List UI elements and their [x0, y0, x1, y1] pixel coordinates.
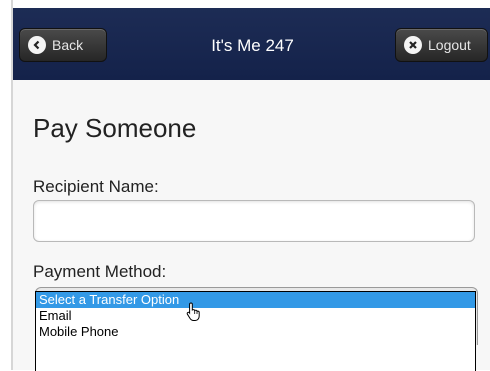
app-frame: Back It's Me 247 Logout Pay Someone Reci…	[11, 0, 490, 371]
logout-button-label: Logout	[428, 37, 471, 53]
payment-method-label: Payment Method:	[33, 262, 167, 281]
option-email[interactable]: Email	[36, 308, 475, 324]
payment-method-dropdown[interactable]: Select a Transfer Option Email Mobile Ph…	[35, 291, 476, 371]
page-title: Pay Someone	[33, 113, 197, 143]
close-icon	[404, 36, 422, 54]
option-mobile-phone[interactable]: Mobile Phone	[36, 324, 475, 340]
hand-pointer-icon	[186, 302, 202, 325]
recipient-name-input[interactable]	[33, 200, 475, 242]
recipient-name-label: Recipient Name:	[33, 177, 159, 196]
logout-button[interactable]: Logout	[395, 28, 488, 62]
app-header: Back It's Me 247 Logout	[13, 0, 490, 80]
option-select-transfer[interactable]: Select a Transfer Option	[36, 292, 475, 308]
